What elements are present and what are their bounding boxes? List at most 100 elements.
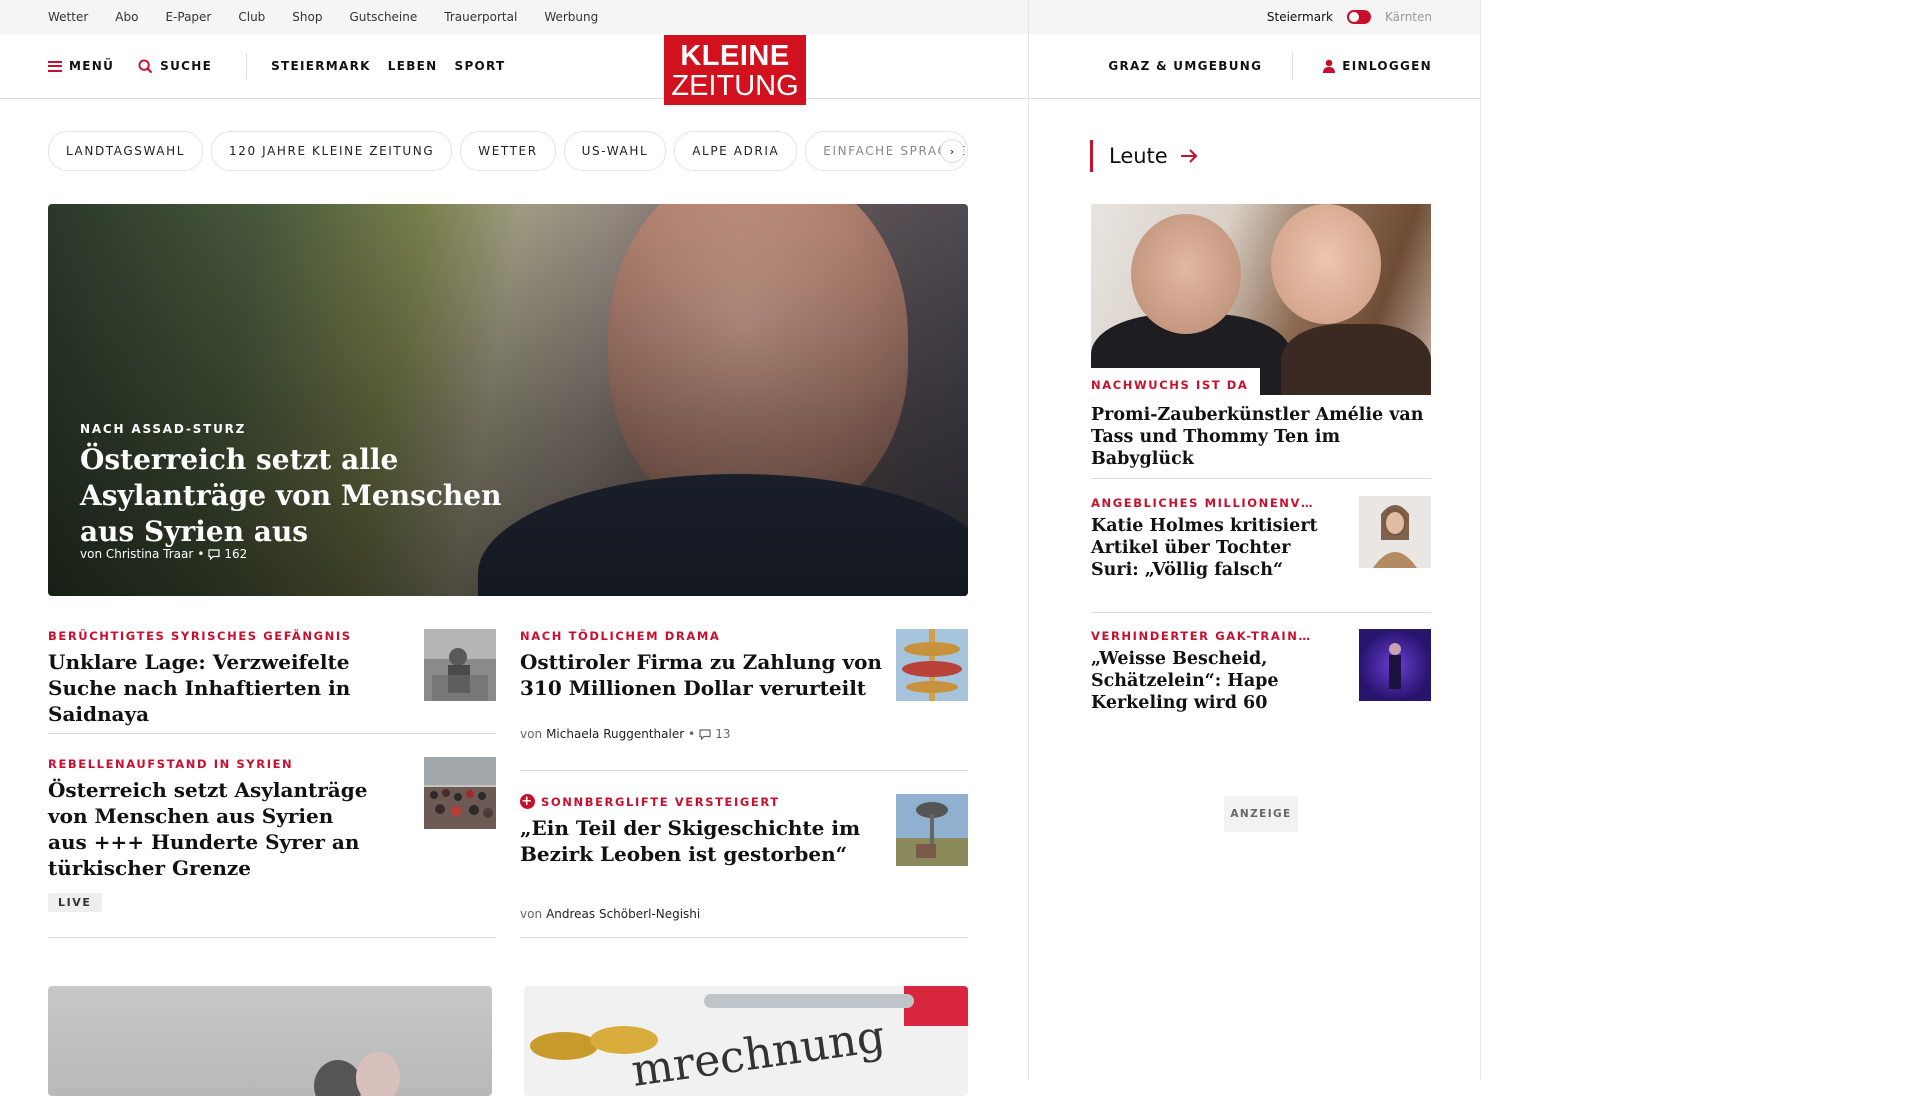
hero-byline: von Christina Traar • 162 bbox=[80, 547, 247, 561]
sidebar-main-article[interactable]: Promi-Zauberkünstler Amélie van Tass und… bbox=[1091, 404, 1431, 470]
article-title[interactable]: Unklare Lage: Verzweifelte Suche nach In… bbox=[48, 649, 418, 727]
site-logo[interactable]: KLEINE ZEITUNG bbox=[664, 35, 806, 105]
nav-steiermark[interactable]: STEIERMARK bbox=[271, 59, 371, 73]
hero-title[interactable]: Österreich setzt alle Asylanträge von Me… bbox=[80, 442, 560, 550]
hamburger-icon bbox=[48, 60, 62, 72]
live-badge: LIVE bbox=[48, 893, 102, 912]
hero-kicker: NACH ASSAD-STURZ bbox=[80, 422, 247, 436]
sidebar-article-title[interactable]: „Weisse Bescheid, Schätzelein“: Hape Ker… bbox=[1091, 648, 1321, 714]
divider bbox=[520, 770, 968, 771]
article-title[interactable]: Osttiroler Firma zu Zahlung von 310 Mill… bbox=[520, 649, 890, 701]
service-link-shop[interactable]: Shop bbox=[292, 10, 322, 24]
tag-wetter[interactable]: WETTER bbox=[460, 131, 556, 171]
service-link-abo[interactable]: Abo bbox=[115, 10, 138, 24]
article-card[interactable]: + SONNBERGLIFTE VERSTEIGERT „Ein Teil de… bbox=[520, 794, 968, 921]
tag-landtagswahl[interactable]: LANDTAGSWAHL bbox=[48, 131, 204, 171]
svg-text:mrechnung: mrechnung bbox=[628, 1011, 888, 1096]
header-actions: GRAZ & UMGEBUNG EINLOGGEN bbox=[1108, 34, 1432, 98]
region-kaernten[interactable]: Kärnten bbox=[1385, 10, 1432, 24]
article-author[interactable]: Andreas Schöberl-Negishi bbox=[546, 907, 700, 921]
ad-label: ANZEIGE bbox=[1224, 796, 1298, 832]
byline-separator: • bbox=[688, 727, 696, 741]
topic-tags: LANDTAGSWAHL 120 JAHRE KLEINE ZEITUNG WE… bbox=[48, 131, 968, 171]
byline-separator: • bbox=[197, 547, 205, 561]
service-link-werbung[interactable]: Werbung bbox=[544, 10, 598, 24]
region-toggle[interactable] bbox=[1346, 10, 1371, 24]
image-detail bbox=[1131, 214, 1241, 334]
article-card[interactable]: BERÜCHTIGTES SYRISCHES GEFÄNGNIS Unklare… bbox=[48, 629, 496, 727]
service-link-epaper[interactable]: E-Paper bbox=[165, 10, 211, 24]
search-button[interactable]: SUCHE bbox=[138, 58, 213, 74]
sidebar-article-thumbnail bbox=[1359, 629, 1431, 701]
hero-author[interactable]: von Christina Traar bbox=[80, 547, 193, 561]
article-byline: von Andreas Schöberl-Negishi bbox=[520, 907, 968, 921]
comment-icon bbox=[699, 728, 711, 740]
nav-sport[interactable]: SPORT bbox=[455, 59, 506, 73]
article-kicker-text: SONNBERGLIFTE VERSTEIGERT bbox=[541, 794, 780, 809]
sidebar-article[interactable]: ANGEBLICHES MILLIONENV… Katie Holmes kri… bbox=[1091, 496, 1431, 581]
region-switch: Steiermark Kärnten bbox=[1267, 0, 1432, 34]
service-links: Wetter Abo E-Paper Club Shop Gutscheine … bbox=[48, 0, 598, 34]
article-title[interactable]: Österreich setzt Asylanträge von Mensche… bbox=[48, 777, 368, 881]
article-card[interactable]: REBELLENAUFSTAND IN SYRIEN Österreich se… bbox=[48, 757, 496, 912]
sidebar-article-title[interactable]: Katie Holmes kritisiert Artikel über Toc… bbox=[1091, 515, 1321, 581]
chevron-right-icon: › bbox=[949, 144, 955, 158]
nav-graz-umgebung[interactable]: GRAZ & UMGEBUNG bbox=[1108, 59, 1262, 73]
article-title[interactable]: „Ein Teil der Skigeschichte im Bezirk Le… bbox=[520, 815, 890, 867]
menu-label: MENÜ bbox=[69, 59, 115, 73]
sidebar-title-label: Leute bbox=[1109, 144, 1168, 168]
divider bbox=[48, 733, 496, 734]
comment-icon bbox=[208, 548, 221, 560]
logo-line-2: ZEITUNG bbox=[671, 70, 799, 102]
image-detail bbox=[1281, 324, 1431, 395]
region-steiermark[interactable]: Steiermark bbox=[1267, 10, 1333, 24]
nav-divider bbox=[246, 53, 248, 79]
tag-120-jahre[interactable]: 120 JAHRE KLEINE ZEITUNG bbox=[211, 131, 453, 171]
sidebar-divider bbox=[1028, 0, 1029, 1080]
tags-next-button[interactable]: › bbox=[940, 139, 964, 163]
article-author[interactable]: Michaela Ruggenthaler bbox=[546, 727, 684, 741]
search-icon bbox=[138, 58, 153, 73]
sidebar-main-kicker: NACHWUCHS IST DA bbox=[1091, 378, 1249, 392]
menu-button[interactable]: MENÜ bbox=[48, 59, 114, 73]
byline-prefix: von bbox=[520, 727, 543, 741]
hero-article[interactable]: NACH ASSAD-STURZ Österreich setzt alle A… bbox=[48, 204, 968, 596]
service-bar: Wetter Abo E-Paper Club Shop Gutscheine … bbox=[0, 0, 1480, 34]
article-card[interactable]: NACH TÖDLICHEM DRAMA Osttiroler Firma zu… bbox=[520, 629, 968, 741]
article-thumbnail bbox=[424, 629, 496, 701]
login-label: EINLOGGEN bbox=[1342, 59, 1432, 73]
logo-line-1: KLEINE bbox=[680, 40, 790, 72]
sidebar-main-title[interactable]: Promi-Zauberkünstler Amélie van Tass und… bbox=[1091, 404, 1431, 470]
article-thumbnail bbox=[896, 794, 968, 866]
service-link-wetter[interactable]: Wetter bbox=[48, 10, 88, 24]
header-divider bbox=[1292, 53, 1294, 79]
search-label: SUCHE bbox=[160, 59, 213, 73]
hero-comment-count[interactable]: 162 bbox=[224, 547, 247, 561]
divider bbox=[1091, 612, 1431, 613]
image-detail bbox=[1271, 204, 1381, 324]
sidebar-article-thumbnail bbox=[1359, 496, 1431, 568]
login-button[interactable]: EINLOGGEN bbox=[1323, 59, 1432, 73]
arrow-right-icon bbox=[1180, 149, 1198, 163]
article-thumbnail bbox=[424, 757, 496, 829]
sidebar-main-image[interactable]: NACHWUCHS IST DA bbox=[1091, 204, 1431, 395]
service-link-trauerportal[interactable]: Trauerportal bbox=[444, 10, 517, 24]
service-link-club[interactable]: Club bbox=[238, 10, 265, 24]
service-link-gutscheine[interactable]: Gutscheine bbox=[349, 10, 417, 24]
sidebar-article[interactable]: VERHINDERTER GAK-TRAIN… „Weisse Bescheid… bbox=[1091, 629, 1431, 714]
divider bbox=[1091, 478, 1431, 479]
main-header: MENÜ SUCHE STEIERMARK LEBEN SPORT KLEINE… bbox=[0, 34, 1480, 105]
tag-us-wahl[interactable]: US-WAHL bbox=[563, 131, 667, 171]
nav-leben[interactable]: LEBEN bbox=[388, 59, 438, 73]
article-thumbnail bbox=[896, 629, 968, 701]
user-icon bbox=[1323, 59, 1336, 73]
article-byline: von Michaela Ruggenthaler • 13 bbox=[520, 727, 968, 741]
sidebar-section-title[interactable]: Leute bbox=[1090, 140, 1198, 172]
tag-alpe-adria[interactable]: ALPE ADRIA bbox=[674, 131, 798, 171]
main-nav: MENÜ SUCHE STEIERMARK LEBEN SPORT bbox=[48, 34, 523, 98]
plus-icon: + bbox=[520, 794, 535, 809]
divider bbox=[48, 937, 496, 938]
divider bbox=[520, 937, 968, 938]
article-comment-count[interactable]: 13 bbox=[715, 727, 730, 741]
sidebar-main-kicker-box: NACHWUCHS IST DA bbox=[1091, 368, 1261, 395]
